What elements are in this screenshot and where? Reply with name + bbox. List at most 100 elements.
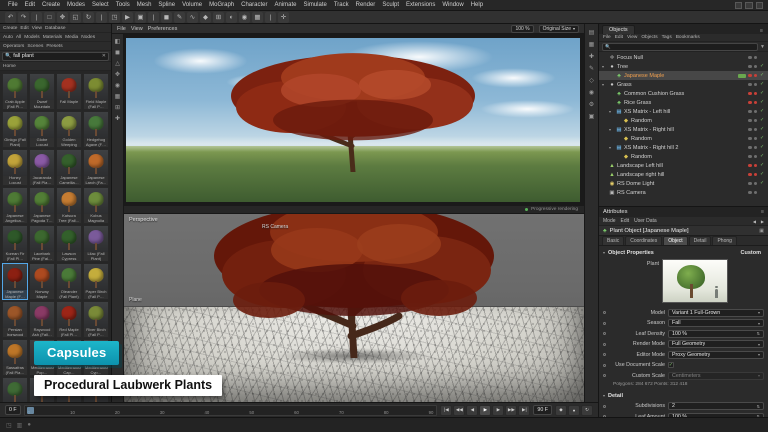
material-tag[interactable] (738, 92, 746, 96)
menu-item[interactable]: MoGraph (206, 2, 237, 8)
lock-icon[interactable]: ▣ (759, 228, 764, 234)
clear-search-icon[interactable]: ✕ (102, 53, 106, 59)
attribute-tab[interactable]: Object (663, 236, 687, 245)
material-tag[interactable] (738, 137, 746, 141)
toolbar-icon[interactable]: □ (44, 12, 55, 23)
zoom-level[interactable]: 100 % (511, 25, 533, 33)
menu-item[interactable]: Select (89, 2, 112, 8)
mode-tool-icon[interactable]: △ (115, 61, 120, 67)
menu-item[interactable]: File (5, 2, 21, 8)
custom-button[interactable]: Custom (738, 250, 764, 256)
render-mode-dropdown[interactable]: Full Geometry▾ (668, 340, 764, 348)
object-tree-row[interactable]: ✛ Focus Null (599, 53, 768, 62)
object-search-input[interactable] (613, 44, 755, 50)
expand-arrow-icon[interactable]: ▾ (609, 127, 614, 132)
object-name[interactable]: XS Matrix - Left hill (624, 109, 736, 115)
toolbar-icon[interactable]: ✛ (278, 12, 289, 23)
attributes-title[interactable]: Attributes (603, 209, 628, 215)
object-tree-row[interactable]: ♣ Japanese Maple ✓ (599, 71, 768, 80)
render-visibility-dot[interactable] (754, 83, 758, 87)
asset-filter-tab[interactable]: All (16, 35, 21, 40)
perspective-viewport[interactable]: Perspective RS Camera Plane (124, 214, 584, 402)
enable-checkmark[interactable]: ✓ (759, 154, 765, 159)
render-visibility-dot[interactable] (754, 92, 758, 96)
editor-visibility-dot[interactable] (748, 173, 752, 177)
record-key-button[interactable]: ◆ (555, 405, 567, 416)
object-name[interactable]: Random (631, 136, 736, 142)
attribute-tab[interactable]: Coordinates (625, 236, 662, 245)
toolbar-icon[interactable]: ◆ (200, 12, 211, 23)
asset-tile[interactable]: Globe Locust (Fall… (29, 111, 55, 148)
object-tree-row[interactable]: ♣ Rice Grass ✓ (599, 98, 768, 107)
toolbar-icon[interactable]: ▦ (252, 12, 263, 23)
object-name[interactable]: Tree (617, 64, 736, 70)
enable-checkmark[interactable]: ✓ (759, 73, 765, 78)
menu-item[interactable]: Create (39, 2, 63, 8)
mode-tool-icon[interactable]: ◉ (115, 83, 120, 89)
asset-tile[interactable]: Mediterranean Sto… (2, 377, 28, 402)
keyframe-dot[interactable] (603, 374, 606, 377)
model-dropdown[interactable]: Variant 1 Full-Grown▾ (668, 309, 764, 317)
object-name[interactable]: Random (631, 118, 736, 124)
asset-tile[interactable]: Fall Maple (56, 73, 82, 110)
object-menu-item[interactable]: Bookmarks (676, 35, 700, 40)
menu-item[interactable]: Extensions (403, 2, 438, 8)
object-tree-row[interactable]: ▲ Landscape Left hill ✓ (599, 161, 768, 170)
jump-end-button[interactable]: ▶| (518, 405, 530, 416)
toolbar-icon[interactable]: ↶ (5, 12, 16, 23)
object-name[interactable]: Rice Grass (624, 100, 736, 106)
asset-tile[interactable]: Jacaranda (Fall Pla… (29, 149, 55, 186)
object-name[interactable]: Grass (617, 82, 736, 88)
plant-preview-image[interactable] (662, 259, 728, 303)
asset-filter-tab[interactable]: Media (65, 35, 78, 40)
timeline-ruler[interactable]: 0102030405060708090 (24, 405, 438, 416)
nav-back-icon[interactable]: ◀ (753, 219, 756, 224)
layout-icon[interactable] (735, 2, 742, 9)
mode-menu-item[interactable]: User Data (634, 218, 657, 224)
expand-arrow-icon[interactable]: ▾ (609, 145, 614, 150)
enable-checkmark[interactable]: ✓ (759, 64, 765, 69)
enable-checkmark[interactable]: ✓ (759, 127, 765, 132)
material-tag[interactable] (738, 119, 746, 123)
object-name[interactable]: Landscape right hill (617, 172, 736, 178)
mode-tool-icon[interactable]: ⊞ (115, 105, 120, 111)
object-menu-item[interactable]: Objects (641, 35, 657, 40)
status-icon[interactable]: ◳ (6, 422, 12, 429)
object-tree-row[interactable]: ▾ ▦ XS Matrix - Left hill ✓ (599, 107, 768, 116)
render-visibility-dot[interactable] (754, 56, 758, 60)
status-icon[interactable]: ● (27, 422, 31, 428)
render-view-menu-item[interactable]: Preferences (148, 26, 178, 32)
subdivisions-field[interactable]: 2⇅ (668, 402, 764, 410)
object-name[interactable]: Random (631, 154, 736, 160)
editor-visibility-dot[interactable] (748, 182, 752, 186)
asset-tile[interactable]: Katsura Tree (Fall… (56, 187, 82, 224)
keyframe-dot[interactable] (603, 311, 606, 314)
object-tree-row[interactable]: ♣ Common Cushion Grass ✓ (599, 89, 768, 98)
material-tag[interactable] (738, 155, 746, 159)
menu-item[interactable]: Character (238, 2, 270, 8)
dock-icon[interactable]: ◉ (589, 90, 594, 96)
toolbar-icon[interactable]: ✥ (57, 12, 68, 23)
enable-checkmark[interactable]: ✓ (759, 100, 765, 105)
asset-tile[interactable]: Dwarf Mountain Pin… (29, 73, 55, 110)
object-name[interactable]: Japanese Maple (624, 73, 736, 79)
attribute-tab[interactable]: Detail (689, 236, 712, 245)
editor-visibility-dot[interactable] (748, 137, 752, 141)
keyframe-dot[interactable] (603, 405, 606, 408)
render-view-menu-item[interactable]: File (117, 26, 126, 32)
editor-visibility-dot[interactable] (748, 119, 752, 123)
toolbar-icon[interactable]: ✎ (174, 12, 185, 23)
asset-tile[interactable]: Japanese Larch (Fa… (83, 149, 109, 186)
editor-visibility-dot[interactable] (748, 83, 752, 87)
palette-icon[interactable] (745, 2, 752, 9)
end-frame-field[interactable]: 90 F (533, 405, 552, 415)
toolbar-icon[interactable]: ◱ (70, 12, 81, 23)
object-tree-row[interactable]: ▾ ▦ XS Matrix - Right hill 2 ✓ (599, 143, 768, 152)
object-name[interactable]: XS Matrix - Right hill (624, 127, 736, 133)
object-tree-row[interactable]: ▾ ● Tree ✓ (599, 62, 768, 71)
render-visibility-dot[interactable] (754, 101, 758, 105)
object-tree-row[interactable]: ▣ RS Camera (599, 188, 768, 197)
render-visibility-dot[interactable] (754, 191, 758, 195)
menu-item[interactable]: Tools (113, 2, 133, 8)
mode-tool-icon[interactable]: ◧ (115, 39, 121, 45)
